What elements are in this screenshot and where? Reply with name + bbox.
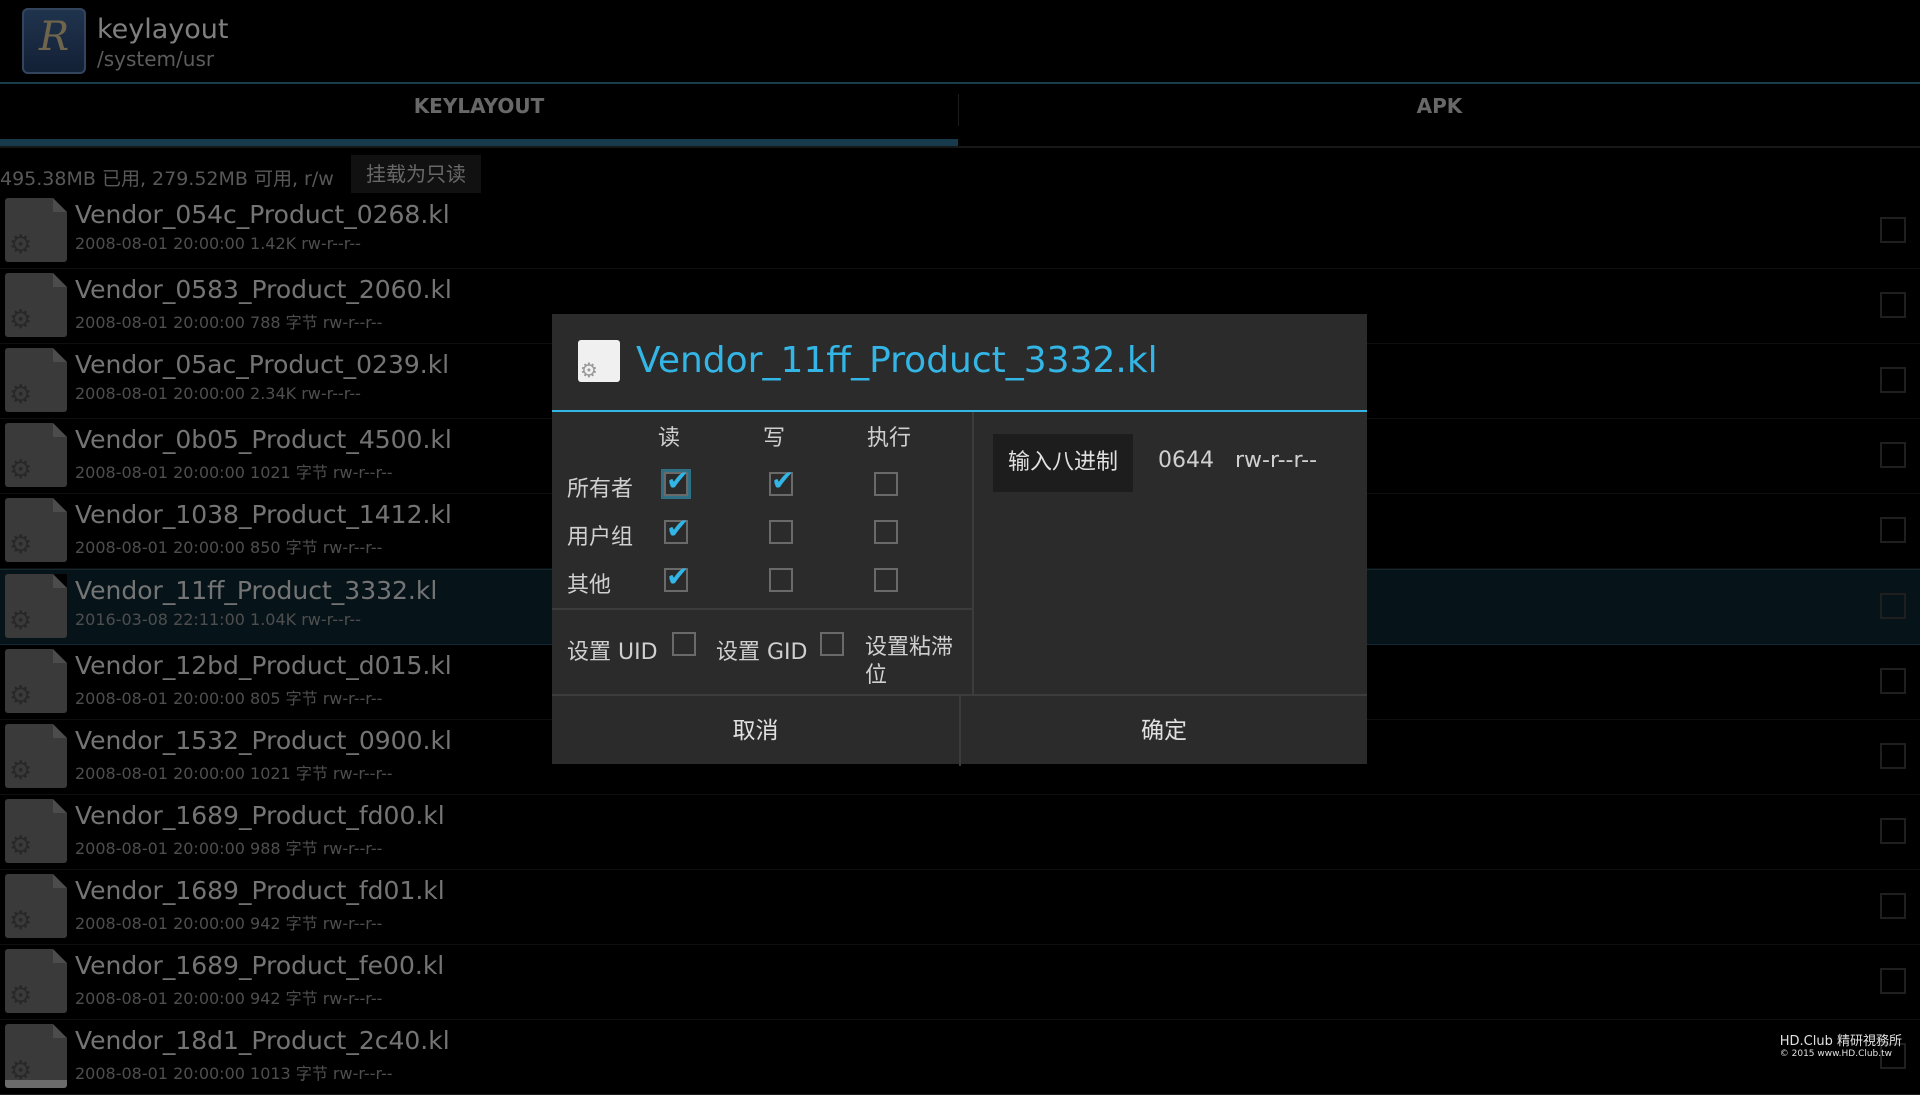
- sticky-label[interactable]: 设置粘滞位: [865, 634, 965, 690]
- octal-input-button[interactable]: 输入八进制: [993, 434, 1133, 492]
- group-write-checkbox[interactable]: [769, 520, 793, 544]
- dialog-title: Vendor_11ff_Product_3332.kl: [636, 340, 1158, 381]
- column-read: 读: [658, 426, 681, 451]
- other-write-checkbox[interactable]: [769, 568, 793, 592]
- column-execute: 执行: [867, 426, 912, 451]
- watermark: HD.Club 精研視務所 © 2015 www.HD.Club.tw: [1779, 1034, 1902, 1059]
- other-execute-checkbox[interactable]: [874, 568, 898, 592]
- octal-value: 0644: [1158, 448, 1214, 473]
- setgid-label: 设置 GID: [716, 640, 808, 665]
- setgid-checkbox[interactable]: [820, 632, 844, 656]
- other-read-checkbox[interactable]: [664, 560, 689, 593]
- setuid-checkbox[interactable]: [672, 632, 696, 656]
- setuid-label: 设置 UID: [567, 640, 658, 665]
- dialog-button-bar: 取消 确定: [552, 694, 1367, 766]
- column-write: 写: [763, 426, 786, 451]
- confirm-button[interactable]: 确定: [961, 696, 1367, 766]
- row-group: 用户组: [567, 525, 634, 550]
- permission-string: rw-r--r--: [1235, 448, 1318, 473]
- permission-grid: 读 写 执行 所有者 用户组 其他: [552, 412, 974, 610]
- file-icon: ⚙: [578, 340, 620, 382]
- row-other: 其他: [567, 573, 612, 598]
- group-read-checkbox[interactable]: [664, 512, 689, 545]
- row-owner: 所有者: [567, 477, 634, 502]
- owner-read-checkbox[interactable]: [664, 464, 689, 497]
- cancel-button[interactable]: 取消: [552, 696, 959, 766]
- owner-execute-checkbox[interactable]: [874, 472, 898, 496]
- owner-write-checkbox[interactable]: [769, 464, 794, 497]
- group-execute-checkbox[interactable]: [874, 520, 898, 544]
- dialog-header: ⚙ Vendor_11ff_Product_3332.kl: [552, 314, 1367, 412]
- special-bits: 设置 UID 设置 GID 设置粘滞位: [552, 610, 974, 694]
- permissions-dialog: ⚙ Vendor_11ff_Product_3332.kl 读 写 执行 所有者…: [552, 314, 1367, 766]
